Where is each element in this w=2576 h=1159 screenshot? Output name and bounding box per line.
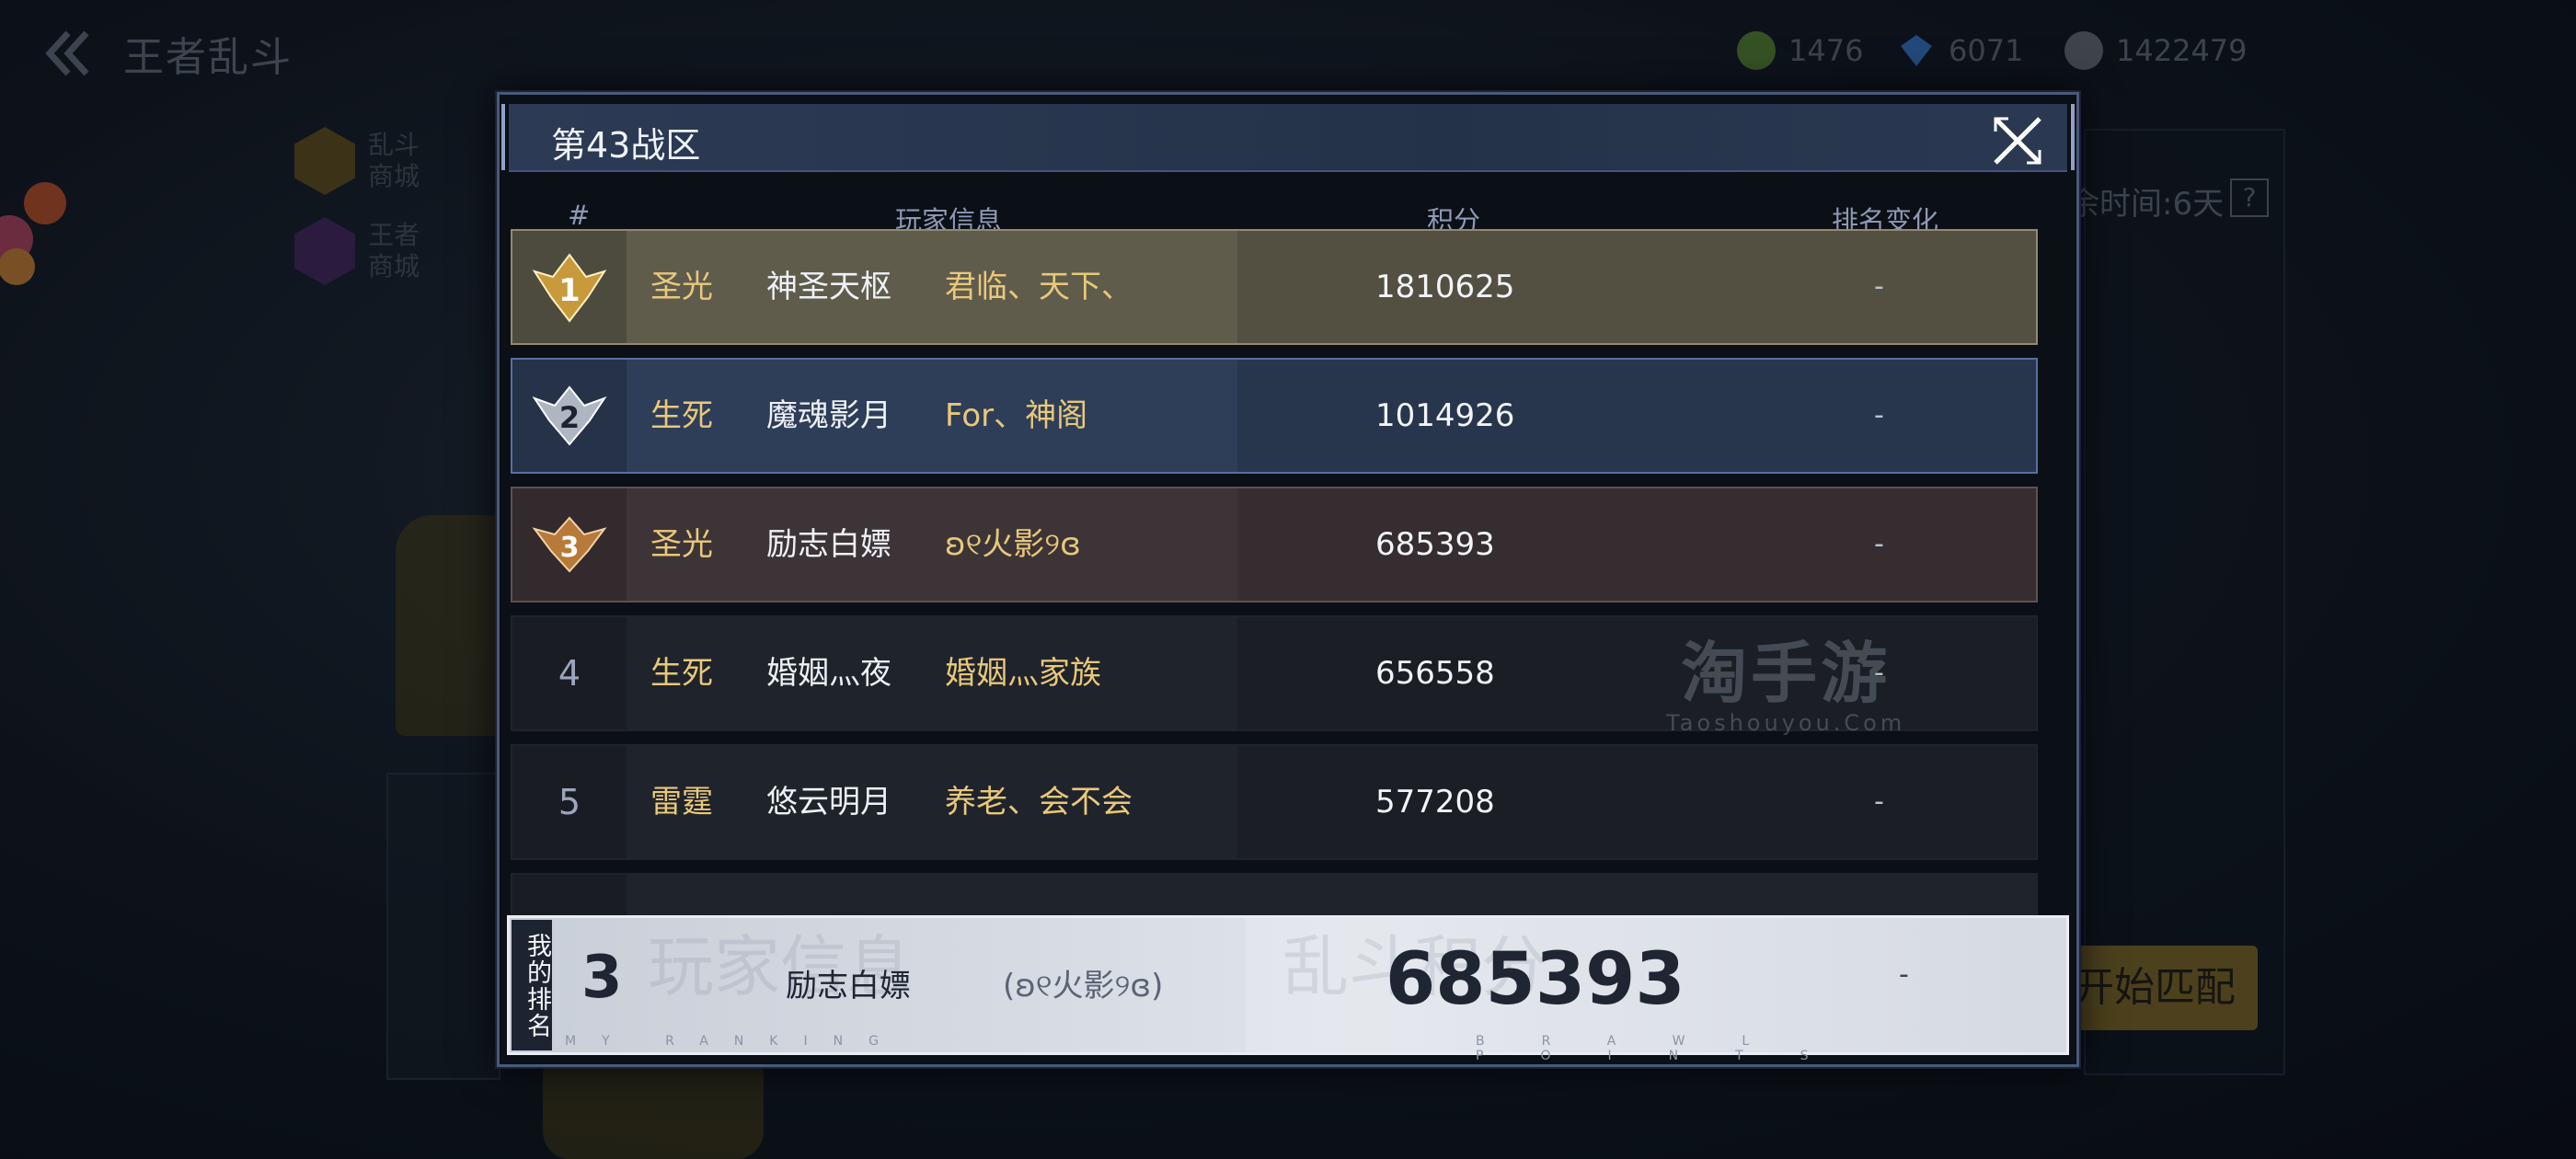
- player-score: 1014926: [1375, 397, 1515, 434]
- row-shade: [1237, 360, 2036, 472]
- rank-change: -: [1874, 528, 1884, 560]
- rank-change: -: [1874, 786, 1884, 818]
- player-score: 1810625: [1375, 269, 1515, 305]
- player-name: 婚姻灬夜: [766, 655, 891, 692]
- player-score: 577208: [1375, 784, 1495, 820]
- table-row[interactable]: 2 生死 魔魂影月 For、神阁 1014926 -: [511, 358, 2038, 474]
- table-row[interactable]: 5 雷霆 悠云明月 养老、会不会 577208 -: [511, 744, 2038, 860]
- player-server: 生死: [650, 397, 713, 434]
- player-name: 励志白嫖: [766, 526, 891, 563]
- player-score: 656558: [1375, 655, 1495, 692]
- silver-medal-icon: 2: [532, 385, 607, 446]
- gold-medal-icon: 1: [532, 253, 607, 323]
- watermark-text: 淘手游: [1681, 635, 1892, 712]
- player-server: 雷霆: [650, 784, 713, 820]
- column-headers: # 玩家信息 积分 排名变化: [509, 200, 2067, 236]
- medal-number: 3: [560, 532, 580, 564]
- watermark-subtext: Taoshouyou.Com: [1666, 710, 1906, 736]
- rank-number: 4: [558, 653, 581, 694]
- medal-number: 1: [558, 272, 581, 309]
- my-ranking-tag: 我的排名: [512, 920, 552, 1050]
- header-edge: [2071, 104, 2075, 170]
- header-edge: [501, 104, 505, 170]
- bronze-medal-icon: 3: [532, 516, 607, 573]
- my-ranking-position: 3: [581, 944, 623, 1012]
- row-shade: [1237, 617, 2036, 729]
- player-server: 生死: [650, 655, 713, 692]
- my-ranking-change: -: [1899, 958, 1909, 991]
- player-name: 悠云明月: [766, 784, 891, 820]
- my-ranking-bar: 玩家信息 乱斗积分 我的排名 3 励志白嫖 (ʚ୧火影୨ɞ) 685393 - …: [507, 915, 2069, 1063]
- player-name: 魔魂影月: [766, 397, 891, 434]
- row-shade: [1237, 488, 2036, 601]
- my-ranking-score: 685393: [1386, 938, 1685, 1021]
- player-guild: 婚姻灬家族: [945, 655, 1101, 692]
- modal-header: 第43战区: [501, 104, 2075, 172]
- modal-title: 第43战区: [551, 125, 701, 166]
- player-name: 神圣天枢: [766, 269, 891, 305]
- close-icon[interactable]: [1990, 113, 2045, 168]
- my-ranking-subtitle: MY RANKING: [565, 1034, 904, 1049]
- my-ranking-guild: (ʚ୧火影୨ɞ): [1003, 968, 1164, 1004]
- rank-change: -: [1874, 270, 1884, 303]
- brawl-points-subtitle: BRAWL POINTS: [1476, 1034, 1866, 1063]
- player-guild: 养老、会不会: [945, 784, 1133, 820]
- medal-number: 2: [559, 400, 580, 435]
- rank-number: 5: [558, 782, 581, 822]
- row-shade: [1237, 231, 2036, 343]
- player-score: 685393: [1375, 526, 1495, 563]
- watermark: 淘手游 Taoshouyou.Com: [1666, 619, 1905, 736]
- player-server: 圣光: [650, 269, 713, 305]
- leaderboard-modal: 第43战区 # 玩家信息 积分 排名变化 1 圣光 神圣天枢 君临、天下、 18…: [497, 92, 2079, 1067]
- column-rank: #: [568, 200, 591, 231]
- player-guild: 君临、天下、: [945, 269, 1133, 305]
- rank-change: -: [1874, 399, 1884, 431]
- player-server: 圣光: [650, 526, 713, 563]
- table-row[interactable]: 1 圣光 神圣天枢 君临、天下、 1810625 -: [511, 229, 2038, 345]
- row-shade: [1237, 746, 2036, 858]
- table-row[interactable]: 3 圣光 励志白嫖 ʚ୧火影୨ɞ 685393 -: [511, 487, 2038, 602]
- my-ranking-name: 励志白嫖: [786, 968, 911, 1004]
- player-guild: For、神阁: [945, 397, 1088, 434]
- ranking-list[interactable]: 1 圣光 神圣天枢 君临、天下、 1810625 - 2 生死 魔魂影月 For…: [511, 229, 2043, 965]
- player-guild: ʚ୧火影୨ɞ: [945, 526, 1081, 563]
